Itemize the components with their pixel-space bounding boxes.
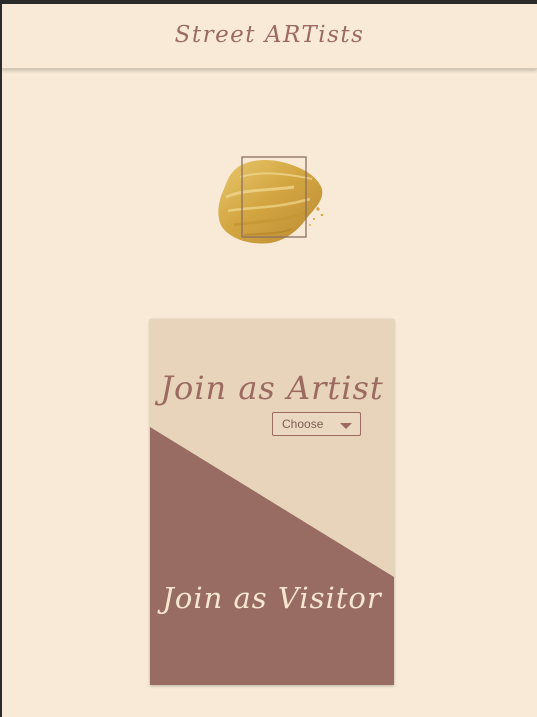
- site-title[interactable]: Street ARTists: [175, 22, 365, 48]
- chevron-down-icon: [340, 423, 352, 429]
- join-card: Join as Artist Choose Join as Visitor: [150, 319, 394, 685]
- artist-type-select-value: Choose: [282, 417, 324, 431]
- brushstroke: [218, 160, 324, 244]
- join-as-visitor-heading[interactable]: Join as Visitor: [150, 581, 394, 615]
- gold-brushstroke-frame-icon: [218, 156, 324, 244]
- top-bar: Street ARTists: [2, 4, 537, 69]
- join-as-artist-heading[interactable]: Join as Artist: [150, 369, 394, 407]
- artist-type-select[interactable]: Choose: [272, 412, 361, 436]
- page-viewport: Street ARTists Join as Artist Choose Joi…: [2, 4, 537, 717]
